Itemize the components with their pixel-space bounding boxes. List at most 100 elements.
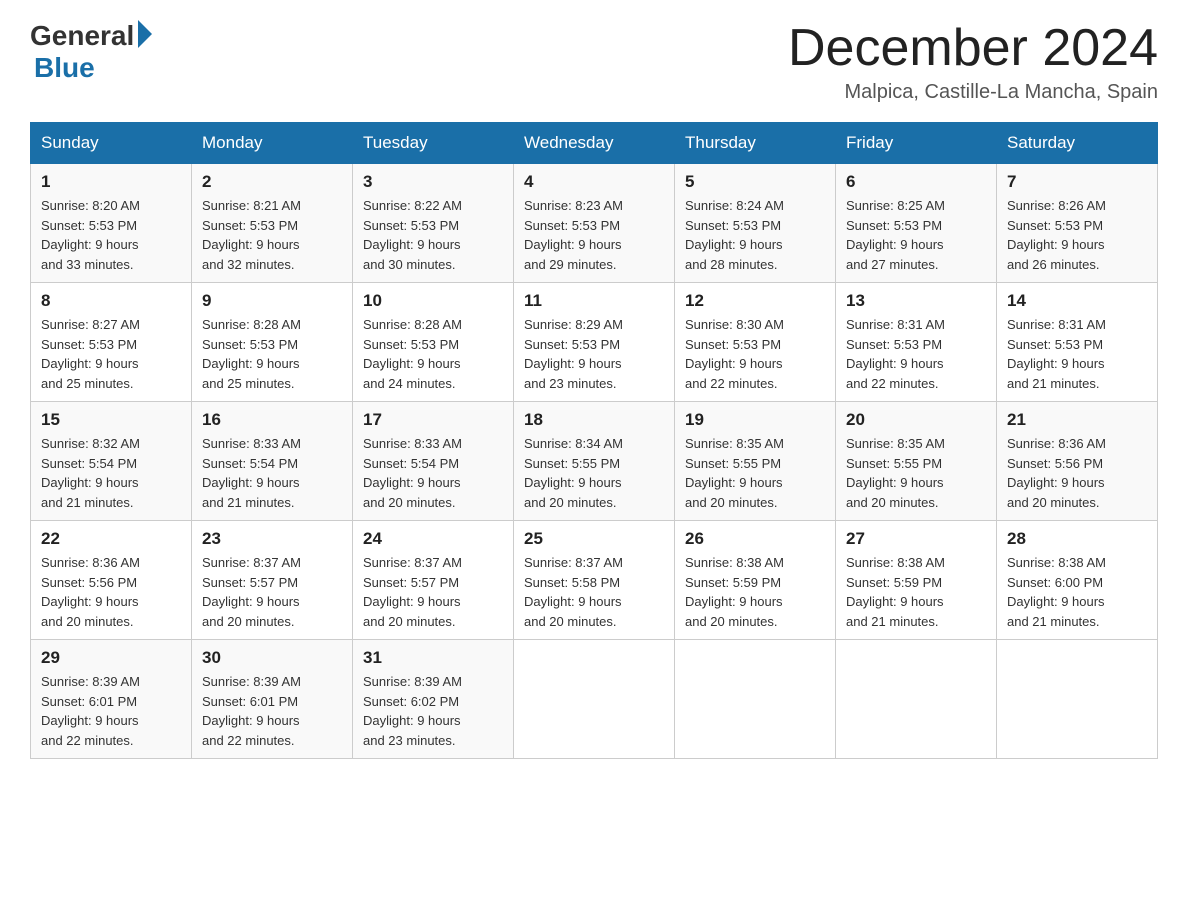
calendar-cell: 12 Sunrise: 8:30 AM Sunset: 5:53 PM Dayl…	[675, 283, 836, 402]
day-number: 29	[41, 648, 181, 668]
calendar-cell: 18 Sunrise: 8:34 AM Sunset: 5:55 PM Dayl…	[514, 402, 675, 521]
logo-arrow-icon	[138, 20, 152, 48]
page-title: December 2024	[788, 20, 1158, 77]
day-info: Sunrise: 8:38 AM Sunset: 5:59 PM Dayligh…	[685, 553, 825, 631]
calendar-cell: 8 Sunrise: 8:27 AM Sunset: 5:53 PM Dayli…	[31, 283, 192, 402]
page-header: General Blue December 2024 Malpica, Cast…	[30, 20, 1158, 104]
day-number: 6	[846, 172, 986, 192]
calendar-cell: 1 Sunrise: 8:20 AM Sunset: 5:53 PM Dayli…	[31, 164, 192, 283]
calendar-cell	[836, 640, 997, 759]
day-number: 9	[202, 291, 342, 311]
calendar-cell: 19 Sunrise: 8:35 AM Sunset: 5:55 PM Dayl…	[675, 402, 836, 521]
day-number: 2	[202, 172, 342, 192]
calendar-table: SundayMondayTuesdayWednesdayThursdayFrid…	[30, 122, 1158, 759]
day-info: Sunrise: 8:31 AM Sunset: 5:53 PM Dayligh…	[846, 315, 986, 393]
page-subtitle: Malpica, Castille-La Mancha, Spain	[788, 81, 1158, 104]
day-info: Sunrise: 8:27 AM Sunset: 5:53 PM Dayligh…	[41, 315, 181, 393]
day-info: Sunrise: 8:30 AM Sunset: 5:53 PM Dayligh…	[685, 315, 825, 393]
day-number: 23	[202, 529, 342, 549]
calendar-cell: 23 Sunrise: 8:37 AM Sunset: 5:57 PM Dayl…	[192, 521, 353, 640]
day-info: Sunrise: 8:32 AM Sunset: 5:54 PM Dayligh…	[41, 434, 181, 512]
day-number: 28	[1007, 529, 1147, 549]
day-info: Sunrise: 8:37 AM Sunset: 5:57 PM Dayligh…	[363, 553, 503, 631]
calendar-cell: 17 Sunrise: 8:33 AM Sunset: 5:54 PM Dayl…	[353, 402, 514, 521]
calendar-cell: 11 Sunrise: 8:29 AM Sunset: 5:53 PM Dayl…	[514, 283, 675, 402]
calendar-cell: 31 Sunrise: 8:39 AM Sunset: 6:02 PM Dayl…	[353, 640, 514, 759]
day-info: Sunrise: 8:33 AM Sunset: 5:54 PM Dayligh…	[363, 434, 503, 512]
calendar-header-row: SundayMondayTuesdayWednesdayThursdayFrid…	[31, 123, 1158, 164]
day-info: Sunrise: 8:34 AM Sunset: 5:55 PM Dayligh…	[524, 434, 664, 512]
calendar-header-tuesday: Tuesday	[353, 123, 514, 164]
calendar-cell	[675, 640, 836, 759]
day-info: Sunrise: 8:24 AM Sunset: 5:53 PM Dayligh…	[685, 196, 825, 274]
day-number: 27	[846, 529, 986, 549]
calendar-cell: 21 Sunrise: 8:36 AM Sunset: 5:56 PM Dayl…	[997, 402, 1158, 521]
calendar-cell	[997, 640, 1158, 759]
day-info: Sunrise: 8:28 AM Sunset: 5:53 PM Dayligh…	[202, 315, 342, 393]
calendar-cell: 15 Sunrise: 8:32 AM Sunset: 5:54 PM Dayl…	[31, 402, 192, 521]
calendar-cell: 14 Sunrise: 8:31 AM Sunset: 5:53 PM Dayl…	[997, 283, 1158, 402]
day-number: 21	[1007, 410, 1147, 430]
day-info: Sunrise: 8:22 AM Sunset: 5:53 PM Dayligh…	[363, 196, 503, 274]
day-info: Sunrise: 8:21 AM Sunset: 5:53 PM Dayligh…	[202, 196, 342, 274]
day-number: 10	[363, 291, 503, 311]
calendar-header-thursday: Thursday	[675, 123, 836, 164]
day-info: Sunrise: 8:37 AM Sunset: 5:57 PM Dayligh…	[202, 553, 342, 631]
day-info: Sunrise: 8:35 AM Sunset: 5:55 PM Dayligh…	[685, 434, 825, 512]
calendar-cell: 10 Sunrise: 8:28 AM Sunset: 5:53 PM Dayl…	[353, 283, 514, 402]
calendar-cell: 28 Sunrise: 8:38 AM Sunset: 6:00 PM Dayl…	[997, 521, 1158, 640]
calendar-cell: 3 Sunrise: 8:22 AM Sunset: 5:53 PM Dayli…	[353, 164, 514, 283]
day-info: Sunrise: 8:25 AM Sunset: 5:53 PM Dayligh…	[846, 196, 986, 274]
day-number: 20	[846, 410, 986, 430]
day-info: Sunrise: 8:20 AM Sunset: 5:53 PM Dayligh…	[41, 196, 181, 274]
day-info: Sunrise: 8:36 AM Sunset: 5:56 PM Dayligh…	[41, 553, 181, 631]
calendar-week-row: 8 Sunrise: 8:27 AM Sunset: 5:53 PM Dayli…	[31, 283, 1158, 402]
calendar-header-monday: Monday	[192, 123, 353, 164]
calendar-cell	[514, 640, 675, 759]
day-info: Sunrise: 8:31 AM Sunset: 5:53 PM Dayligh…	[1007, 315, 1147, 393]
day-number: 4	[524, 172, 664, 192]
calendar-cell: 26 Sunrise: 8:38 AM Sunset: 5:59 PM Dayl…	[675, 521, 836, 640]
calendar-week-row: 1 Sunrise: 8:20 AM Sunset: 5:53 PM Dayli…	[31, 164, 1158, 283]
day-number: 30	[202, 648, 342, 668]
day-info: Sunrise: 8:36 AM Sunset: 5:56 PM Dayligh…	[1007, 434, 1147, 512]
day-number: 31	[363, 648, 503, 668]
calendar-cell: 2 Sunrise: 8:21 AM Sunset: 5:53 PM Dayli…	[192, 164, 353, 283]
day-number: 19	[685, 410, 825, 430]
title-block: December 2024 Malpica, Castille-La Manch…	[788, 20, 1158, 104]
day-number: 11	[524, 291, 664, 311]
day-number: 3	[363, 172, 503, 192]
calendar-cell: 27 Sunrise: 8:38 AM Sunset: 5:59 PM Dayl…	[836, 521, 997, 640]
calendar-cell: 29 Sunrise: 8:39 AM Sunset: 6:01 PM Dayl…	[31, 640, 192, 759]
day-info: Sunrise: 8:26 AM Sunset: 5:53 PM Dayligh…	[1007, 196, 1147, 274]
calendar-week-row: 15 Sunrise: 8:32 AM Sunset: 5:54 PM Dayl…	[31, 402, 1158, 521]
day-number: 12	[685, 291, 825, 311]
day-number: 7	[1007, 172, 1147, 192]
logo: General Blue	[30, 20, 152, 84]
calendar-cell: 9 Sunrise: 8:28 AM Sunset: 5:53 PM Dayli…	[192, 283, 353, 402]
day-info: Sunrise: 8:35 AM Sunset: 5:55 PM Dayligh…	[846, 434, 986, 512]
calendar-cell: 22 Sunrise: 8:36 AM Sunset: 5:56 PM Dayl…	[31, 521, 192, 640]
day-number: 26	[685, 529, 825, 549]
calendar-cell: 25 Sunrise: 8:37 AM Sunset: 5:58 PM Dayl…	[514, 521, 675, 640]
logo-blue-text: Blue	[34, 52, 95, 84]
day-number: 13	[846, 291, 986, 311]
day-info: Sunrise: 8:33 AM Sunset: 5:54 PM Dayligh…	[202, 434, 342, 512]
calendar-cell: 7 Sunrise: 8:26 AM Sunset: 5:53 PM Dayli…	[997, 164, 1158, 283]
day-number: 8	[41, 291, 181, 311]
day-number: 5	[685, 172, 825, 192]
day-info: Sunrise: 8:28 AM Sunset: 5:53 PM Dayligh…	[363, 315, 503, 393]
calendar-cell: 30 Sunrise: 8:39 AM Sunset: 6:01 PM Dayl…	[192, 640, 353, 759]
calendar-header-sunday: Sunday	[31, 123, 192, 164]
day-number: 18	[524, 410, 664, 430]
calendar-cell: 13 Sunrise: 8:31 AM Sunset: 5:53 PM Dayl…	[836, 283, 997, 402]
day-info: Sunrise: 8:37 AM Sunset: 5:58 PM Dayligh…	[524, 553, 664, 631]
day-info: Sunrise: 8:39 AM Sunset: 6:02 PM Dayligh…	[363, 672, 503, 750]
calendar-header-wednesday: Wednesday	[514, 123, 675, 164]
day-number: 15	[41, 410, 181, 430]
calendar-cell: 20 Sunrise: 8:35 AM Sunset: 5:55 PM Dayl…	[836, 402, 997, 521]
day-info: Sunrise: 8:39 AM Sunset: 6:01 PM Dayligh…	[202, 672, 342, 750]
day-number: 1	[41, 172, 181, 192]
day-number: 24	[363, 529, 503, 549]
day-info: Sunrise: 8:38 AM Sunset: 6:00 PM Dayligh…	[1007, 553, 1147, 631]
